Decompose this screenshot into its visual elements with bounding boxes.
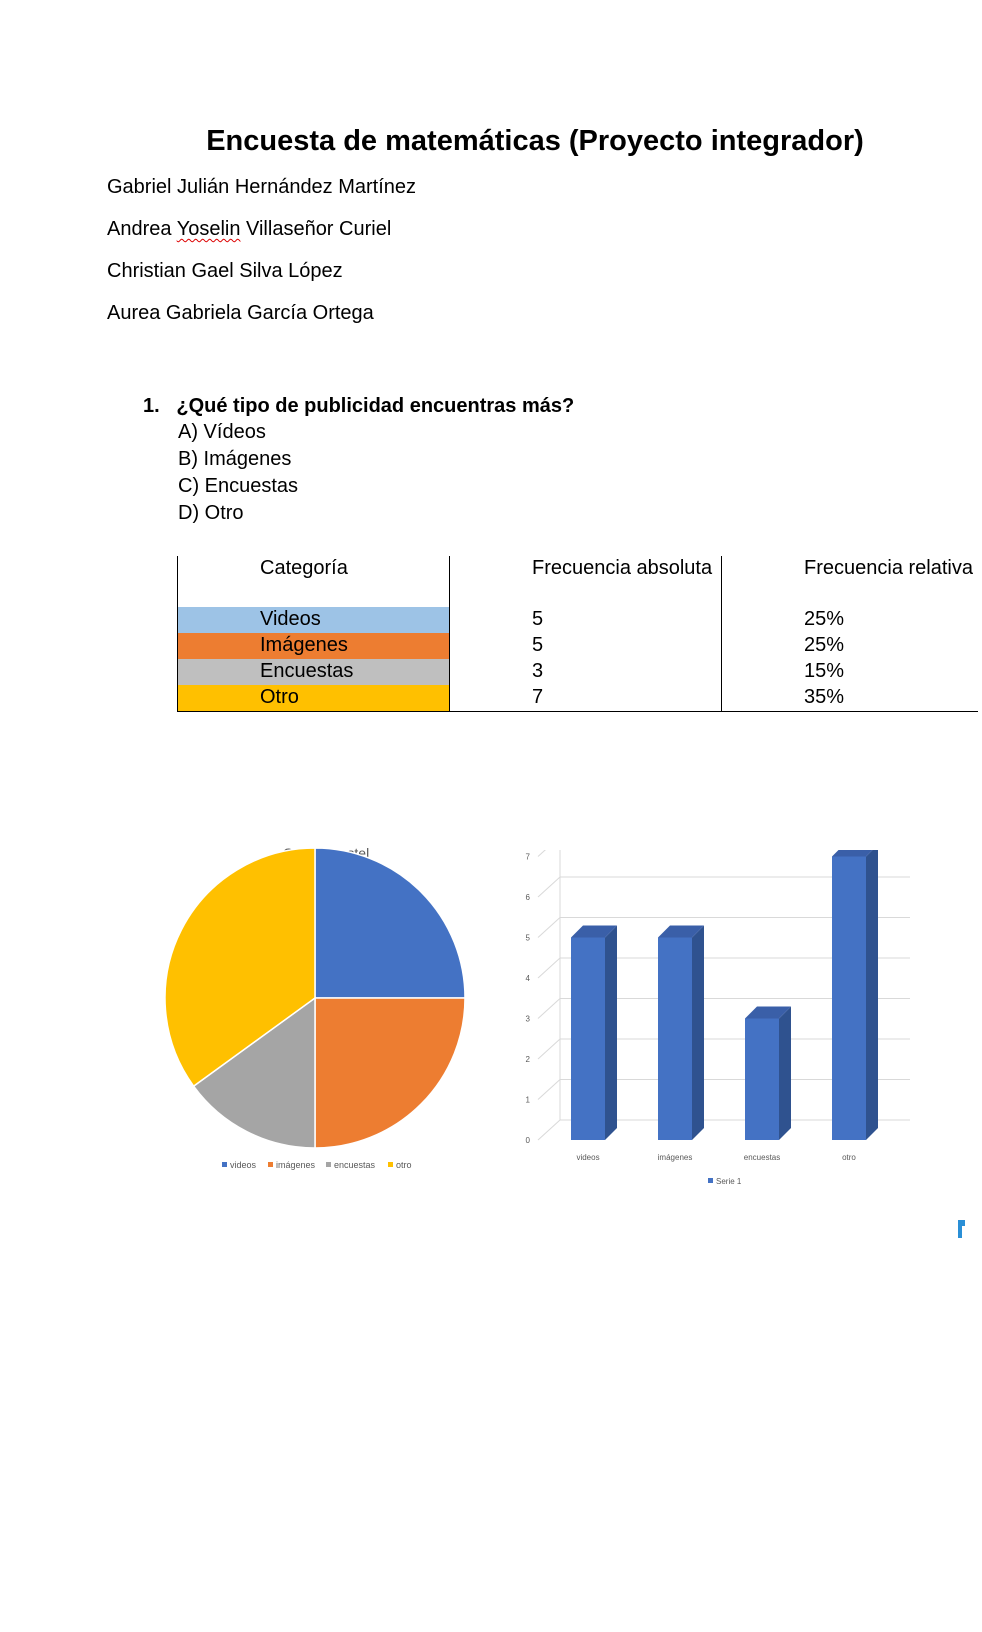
- y-tick-label: 5: [526, 934, 531, 943]
- grid-line-depth: [537, 998, 561, 1019]
- bar-legend-label: Serie 1: [716, 1177, 742, 1186]
- pie-legend-label: otro: [396, 1160, 412, 1170]
- pie-slices: [164, 847, 466, 1149]
- author-2: Andrea Yoselin Villaseñor Curiel: [107, 218, 391, 241]
- author-2-middle-misspelled: Yoselin: [176, 218, 241, 240]
- option-b: B) Imágenes: [178, 448, 292, 470]
- row-absolute: 7: [449, 685, 722, 712]
- table-row: Videos 5 25%: [177, 607, 978, 633]
- y-tick-label: 1: [526, 1096, 531, 1105]
- bar-y-ticks: 0 1 2 3 4 5 6 7: [526, 853, 531, 1146]
- grid-line-depth: [537, 917, 561, 938]
- row-relative: 35%: [721, 685, 978, 712]
- edge-marker-icon: [958, 1220, 965, 1238]
- grid-line-depth: [537, 876, 561, 898]
- bar-legend: Serie 1: [708, 1177, 742, 1186]
- bar-encuestas: [745, 1018, 779, 1140]
- option-d: D) Otro: [178, 502, 244, 524]
- grid-line-depth: [537, 957, 561, 979]
- y-tick-label: 6: [526, 893, 531, 902]
- row-category: Videos: [177, 607, 450, 633]
- pie-legend-swatch: [222, 1162, 227, 1167]
- bar-x-ticks: videos imágenes encuestas otro: [576, 1153, 856, 1162]
- pie-legend-swatch: [326, 1162, 331, 1167]
- pie-chart: Grafica pastel videosimágenesencuestasot…: [164, 845, 466, 1170]
- grid-line-depth: [537, 1038, 561, 1060]
- x-tick-label: imágenes: [658, 1153, 693, 1162]
- row-absolute: 3: [449, 659, 722, 685]
- row-relative: 25%: [804, 634, 845, 656]
- row-absolute: 5: [449, 633, 722, 659]
- author-1: Gabriel Julián Hernández Martínez: [107, 176, 417, 198]
- grid-line-depth: [537, 1119, 561, 1141]
- row-relative: 25%: [804, 608, 845, 630]
- question-1: 1. ¿Qué tipo de publicidad encuentras má…: [143, 395, 574, 418]
- header-category: Categoría: [177, 556, 450, 607]
- question-number: 1.: [143, 395, 160, 417]
- pie-legend-label: encuestas: [334, 1160, 376, 1170]
- pie-slice-1: [314, 847, 466, 999]
- pie-legend-swatch: [388, 1162, 393, 1167]
- bar-imágenes: [658, 937, 692, 1140]
- header-relative: Frecuencia relativa: [804, 557, 973, 579]
- bar-chart: 0 1 2 3 4 5 6 7 videos imágenes encuestas otro Ser…: [526, 850, 910, 1186]
- bar-legend-swatch: [708, 1178, 713, 1183]
- y-tick-label: 3: [526, 1015, 531, 1024]
- option-c: C) Encuestas: [178, 475, 299, 497]
- row-category: Otro: [177, 685, 450, 712]
- bar-side: [779, 1006, 791, 1140]
- bar-videos: [571, 937, 605, 1140]
- y-tick-label: 2: [526, 1055, 531, 1064]
- row-category: Encuestas: [177, 659, 450, 685]
- table-row: Imágenes 5 25%: [177, 633, 978, 659]
- bar-side: [692, 925, 704, 1140]
- bar-side: [866, 850, 878, 1140]
- y-tick-label: 7: [526, 853, 531, 862]
- pie-legend-label: videos: [230, 1160, 257, 1170]
- pie-legend-label: imágenes: [276, 1160, 316, 1170]
- author-4: Aurea Gabriela García Ortega: [107, 302, 374, 324]
- header-absolute: Frecuencia absoluta: [449, 556, 722, 607]
- x-tick-label: encuestas: [744, 1153, 780, 1162]
- bar-side: [605, 925, 617, 1140]
- x-tick-label: videos: [576, 1153, 599, 1162]
- bar-bars: [571, 850, 878, 1140]
- pie-slice-2: [314, 997, 466, 1149]
- question-text: ¿Qué tipo de publicidad encuentras más?: [176, 395, 575, 417]
- row-category: Imágenes: [177, 633, 450, 659]
- table-row: Otro 7 35%: [177, 685, 978, 712]
- table-row: Encuestas 3 15%: [177, 659, 978, 685]
- author-2-last: Villaseñor Curiel: [240, 218, 392, 240]
- option-a: A) Vídeos: [178, 421, 266, 443]
- table-header-row: Categoría Frecuencia absoluta Frecuencia…: [177, 556, 978, 607]
- y-tick-label: 0: [526, 1136, 531, 1145]
- author-2-first: Andrea: [107, 218, 177, 240]
- document-title: Encuesta de matemáticas (Proyecto integr…: [206, 125, 864, 157]
- grid-line-depth: [537, 850, 546, 857]
- x-tick-label: otro: [842, 1153, 856, 1162]
- row-relative: 15%: [804, 660, 845, 682]
- y-tick-label: 4: [526, 974, 531, 983]
- bar-otro: [832, 856, 866, 1140]
- frequency-table: Categoría Frecuencia absoluta Frecuencia…: [177, 556, 978, 712]
- pie-legend: videos imágenes encuestas otro: [222, 1160, 412, 1170]
- grid-line-depth: [537, 1079, 561, 1100]
- pie-legend-swatch: [268, 1162, 273, 1167]
- author-3: Christian Gael Silva López: [107, 260, 343, 282]
- row-absolute: 5: [449, 607, 722, 633]
